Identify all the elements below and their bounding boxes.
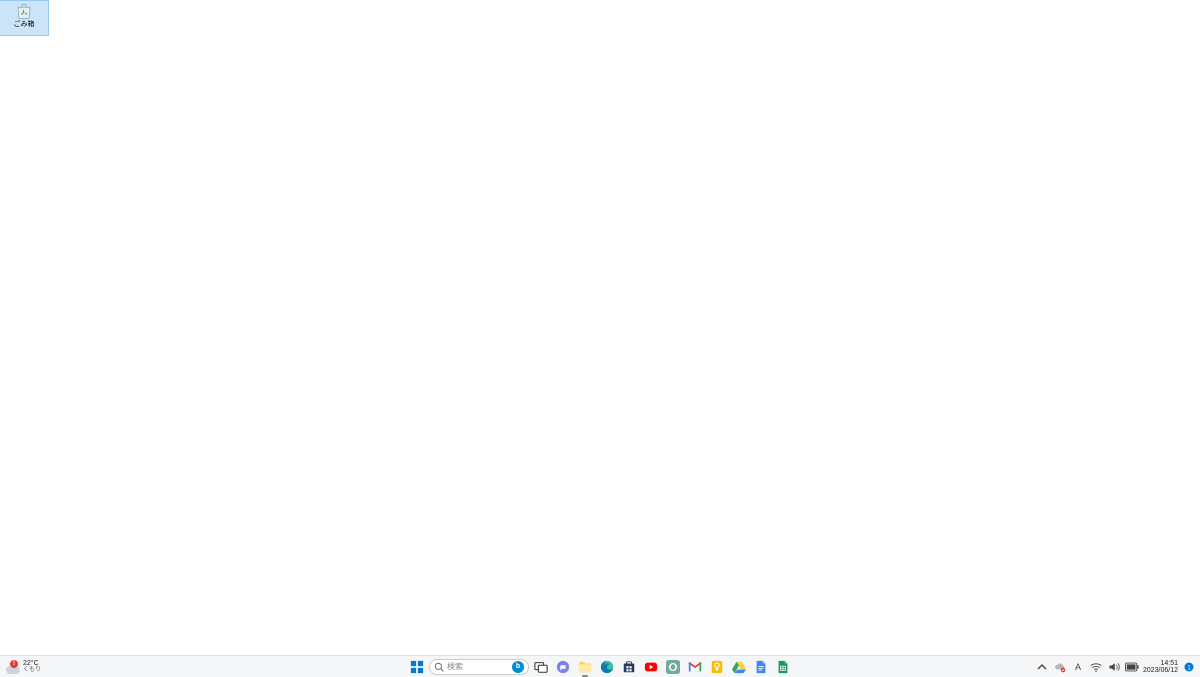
file-explorer-button[interactable] (575, 657, 595, 677)
bing-icon[interactable]: b (512, 661, 524, 673)
onedrive-icon (1054, 661, 1066, 673)
search-icon (434, 662, 444, 672)
docs-button[interactable] (751, 657, 771, 677)
recycle-bin-glyph (12, 1, 36, 21)
notification-icon: 1 (1183, 661, 1195, 673)
search-box[interactable]: 検索 b (429, 659, 529, 675)
drive-button[interactable] (729, 657, 749, 677)
gmail-button[interactable] (685, 657, 705, 677)
notification-center[interactable]: 1 (1182, 660, 1196, 674)
desktop[interactable]: ごみ箱 (0, 0, 1200, 655)
chevron-up-icon (1037, 662, 1047, 672)
start-button[interactable] (407, 657, 427, 677)
clock[interactable]: 14:51 2023/06/12 (1143, 660, 1178, 674)
volume-icon (1108, 661, 1120, 673)
recycle-bin-label: ごみ箱 (14, 21, 35, 28)
task-view-button[interactable] (531, 657, 551, 677)
recycle-bin-icon[interactable]: ごみ箱 (0, 1, 48, 35)
weather-icon (6, 660, 20, 674)
youtube-button[interactable] (641, 657, 661, 677)
taskbar: 22°C くもり 検索 b (0, 655, 1200, 677)
wifi-icon (1090, 661, 1102, 673)
edge-button[interactable] (597, 657, 617, 677)
chat-button[interactable] (553, 657, 573, 677)
keep-button[interactable] (707, 657, 727, 677)
ime-label: A (1075, 662, 1081, 672)
clock-date: 2023/06/12 (1143, 667, 1178, 674)
tray-chevron[interactable] (1035, 660, 1049, 674)
weather-widget[interactable]: 22°C くもり (6, 660, 41, 674)
sheets-button[interactable] (773, 657, 793, 677)
taskbar-center: 検索 b (407, 656, 793, 677)
taskbar-right: A 14:51 2023/06/12 1 (1035, 656, 1196, 677)
chatgpt-button[interactable] (663, 657, 683, 677)
weather-temp: 22°C (23, 660, 41, 667)
volume-tray[interactable] (1107, 660, 1121, 674)
weather-text: 22°C くもり (23, 660, 41, 673)
onedrive-tray[interactable] (1053, 660, 1067, 674)
taskbar-left: 22°C くもり (6, 656, 41, 677)
search-placeholder: 検索 (447, 661, 509, 672)
clock-time: 14:51 (1160, 660, 1178, 667)
wifi-tray[interactable] (1089, 660, 1103, 674)
battery-tray[interactable] (1125, 660, 1139, 674)
ime-indicator[interactable]: A (1071, 660, 1085, 674)
battery-icon (1125, 662, 1139, 672)
store-button[interactable] (619, 657, 639, 677)
weather-cond: くもり (23, 667, 41, 673)
